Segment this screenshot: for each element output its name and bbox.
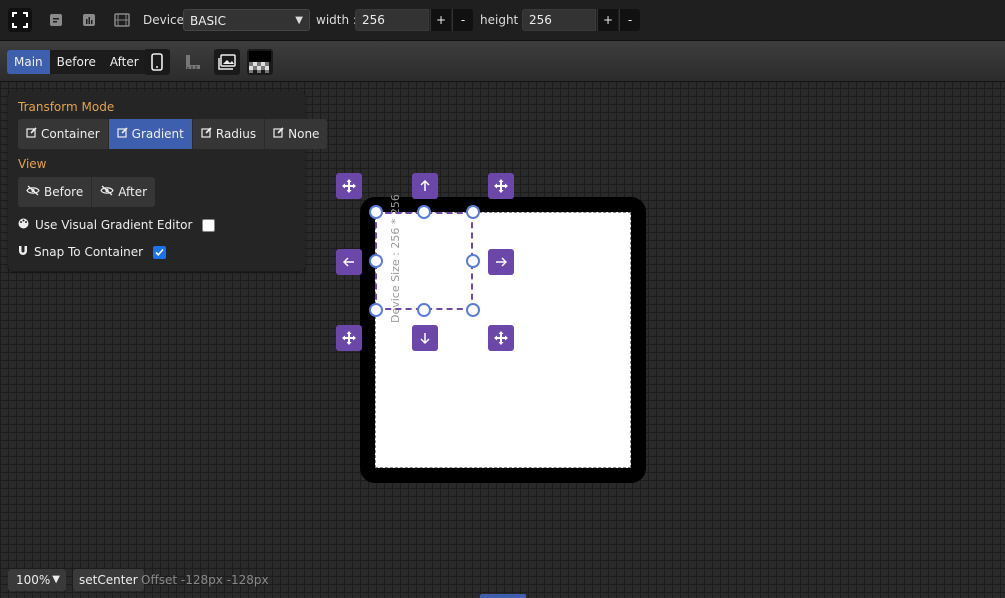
device-select[interactable]: BASIC ▼ xyxy=(183,9,310,31)
settings-panel: Transform Mode Container Gradient Radius… xyxy=(8,91,328,271)
transform-mode-title: Transform Mode xyxy=(18,100,115,114)
height-decrement-button[interactable]: - xyxy=(619,9,640,31)
zoom-select[interactable]: 100% ▼ xyxy=(8,569,66,591)
tab-main[interactable]: Main xyxy=(7,50,50,74)
bottom-scroll-indicator[interactable] xyxy=(480,594,526,598)
transform-container-label: Container xyxy=(41,127,100,141)
snap-container-checkbox[interactable] xyxy=(153,245,167,259)
resize-handle-top-left[interactable] xyxy=(369,205,383,219)
transform-gradient-button[interactable]: Gradient xyxy=(108,119,193,149)
move-icon[interactable] xyxy=(336,173,362,199)
move-icon[interactable] xyxy=(488,173,514,199)
transform-mode-group: Container Gradient Radius None xyxy=(18,119,328,149)
zoom-value: 100% xyxy=(16,573,51,587)
edit-icon xyxy=(26,127,37,141)
edit-icon xyxy=(201,127,212,141)
resize-handle-bottom-right[interactable] xyxy=(466,303,480,317)
height-increment-button[interactable]: + xyxy=(597,9,618,31)
visual-gradient-checkbox[interactable] xyxy=(202,218,216,232)
device-label: Device xyxy=(143,13,185,27)
mobile-icon[interactable] xyxy=(144,49,170,75)
resize-handle-top-right[interactable] xyxy=(466,205,480,219)
top-toolbar: Device BASIC ▼ width : 256 + - height : … xyxy=(0,0,1005,41)
view-after-button[interactable]: After xyxy=(92,177,156,207)
film-icon[interactable] xyxy=(110,8,134,32)
move-icon[interactable] xyxy=(336,325,362,351)
image-icon[interactable] xyxy=(214,49,240,75)
width-increment-button[interactable]: + xyxy=(430,9,451,31)
view-after-label: After xyxy=(118,185,148,199)
arrow-left-icon[interactable] xyxy=(336,249,362,275)
eye-slash-icon xyxy=(100,185,114,199)
magnet-icon xyxy=(18,245,28,259)
palette-icon xyxy=(18,218,29,232)
edit-icon xyxy=(273,127,284,141)
width-label: width : xyxy=(316,13,357,27)
resize-handle-right[interactable] xyxy=(466,254,480,268)
arrow-up-icon[interactable] xyxy=(412,173,438,199)
transform-gradient-label: Gradient xyxy=(131,127,184,141)
view-before-button[interactable]: Before xyxy=(18,177,93,207)
visual-gradient-label: Use Visual Gradient Editor xyxy=(35,218,193,232)
document-icon[interactable] xyxy=(44,8,68,32)
view-group: Before After xyxy=(18,177,156,207)
chevron-down-icon: ▼ xyxy=(52,574,60,585)
snap-container-row: Snap To Container xyxy=(18,245,167,259)
resize-handle-bottom[interactable] xyxy=(417,303,431,317)
tab-before[interactable]: Before xyxy=(50,50,103,74)
chart-icon[interactable] xyxy=(77,8,101,32)
eye-slash-icon xyxy=(26,185,40,199)
edit-icon xyxy=(117,127,128,141)
width-decrement-button[interactable]: - xyxy=(452,9,473,31)
arrow-down-icon[interactable] xyxy=(412,325,438,351)
offset-readout: Offset -128px -128px xyxy=(141,573,269,587)
transform-none-button[interactable]: None xyxy=(265,119,328,149)
height-input[interactable]: 256 xyxy=(522,9,596,31)
resize-handle-left[interactable] xyxy=(369,254,383,268)
move-icon[interactable] xyxy=(488,325,514,351)
device-select-value: BASIC xyxy=(190,14,226,28)
transform-container-button[interactable]: Container xyxy=(18,119,109,149)
snap-container-label: Snap To Container xyxy=(34,245,144,259)
view-title: View xyxy=(18,157,47,171)
checker-icon[interactable] xyxy=(247,49,273,75)
arrow-right-icon[interactable] xyxy=(488,249,514,275)
width-input[interactable]: 256 xyxy=(355,9,429,31)
set-center-button[interactable]: setCenter xyxy=(73,569,144,591)
visual-gradient-row: Use Visual Gradient Editor xyxy=(18,218,216,232)
resize-handle-bottom-left[interactable] xyxy=(369,303,383,317)
tab-after[interactable]: After xyxy=(103,50,146,74)
transform-none-label: None xyxy=(288,127,320,141)
resize-handle-top[interactable] xyxy=(417,205,431,219)
transform-radius-label: Radius xyxy=(215,127,257,141)
transform-radius-button[interactable]: Radius xyxy=(192,119,266,149)
view-tabs: Main Before After xyxy=(7,50,146,74)
gradient-selection-box[interactable] xyxy=(375,212,473,310)
chevron-down-icon: ▼ xyxy=(295,15,303,26)
view-toolbar: Main Before After xyxy=(0,41,1005,82)
view-before-label: Before xyxy=(44,185,84,199)
fullscreen-icon[interactable] xyxy=(8,8,32,32)
ruler-icon[interactable] xyxy=(180,49,206,75)
height-label: height : xyxy=(480,13,527,27)
